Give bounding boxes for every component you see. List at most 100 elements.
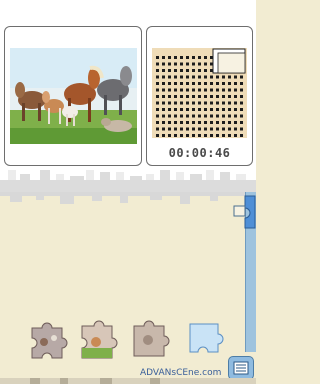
minimap-slot: [168, 56, 171, 59]
list-icon[interactable]: [228, 356, 254, 380]
minimap-slot: [186, 121, 189, 124]
minimap-slot: [234, 134, 237, 137]
minimap-slot: [222, 101, 225, 105]
minimap-slot: [180, 121, 183, 124]
minimap-slot: [228, 108, 231, 111]
minimap-slot: [174, 75, 177, 79]
minimap-slot: [168, 88, 171, 92]
minimap-slot: [168, 127, 171, 131]
minimap-slot: [156, 62, 159, 66]
minimap-slot: [216, 134, 219, 137]
minimap-slot: [222, 114, 225, 118]
minimap-slot: [198, 82, 201, 85]
minimap-slot: [228, 101, 231, 105]
minimap-slot: [168, 75, 171, 79]
minimap-slot: [228, 134, 231, 137]
tray-edge: [0, 378, 256, 384]
minimap-slot: [228, 95, 231, 98]
minimap-slot: [192, 127, 195, 131]
minimap-slot: [186, 101, 189, 105]
minimap-slot: [216, 88, 219, 92]
minimap-slot: [162, 69, 165, 72]
minimap-slot: [192, 114, 195, 118]
minimap-slot: [162, 75, 165, 79]
minimap-slot: [180, 101, 183, 105]
minimap-slot: [204, 62, 207, 66]
minimap-slot: [204, 82, 207, 85]
minimap-slot: [180, 62, 183, 66]
minimap-slot: [192, 75, 195, 79]
minimap-slot: [228, 121, 231, 124]
puzzle-board[interactable]: ADVANsCEne.com: [0, 192, 256, 384]
minimap-slot: [174, 88, 177, 92]
puzzle-piece[interactable]: [76, 320, 120, 364]
minimap-slot: [240, 134, 243, 137]
minimap-slot: [204, 69, 207, 72]
minimap-slot: [198, 88, 201, 92]
minimap-slot: [186, 69, 189, 72]
minimap-slot: [198, 134, 201, 137]
minimap-slot: [186, 75, 189, 79]
minimap-slot: [192, 101, 195, 105]
minimap-slot: [162, 95, 165, 98]
minimap-slot: [156, 95, 159, 98]
minimap-slot: [174, 114, 177, 118]
puzzle-piece[interactable]: [126, 316, 170, 360]
minimap-slot: [168, 62, 171, 66]
minimap-slot: [234, 101, 237, 105]
top-screen: 00:00:46: [0, 0, 256, 192]
minimap-slot: [198, 114, 201, 118]
minimap-slot: [234, 121, 237, 124]
minimap-slot: [216, 114, 219, 118]
minimap-slot: [216, 101, 219, 105]
minimap-slot: [204, 101, 207, 105]
minimap-slot: [210, 95, 213, 98]
minimap-slot: [222, 134, 225, 137]
puzzle-piece-icon[interactable]: [232, 194, 256, 230]
minimap-slot: [204, 134, 207, 137]
minimap-slot: [234, 108, 237, 111]
minimap-slot: [240, 121, 243, 124]
minimap-slot: [210, 127, 213, 131]
minimap-slot: [198, 95, 201, 98]
minimap-slot: [168, 101, 171, 105]
minimap-slot: [162, 101, 165, 105]
minimap-slot: [216, 108, 219, 111]
minimap-slot: [156, 121, 159, 124]
minimap-slot: [192, 88, 195, 92]
puzzle-piece[interactable]: [186, 320, 230, 364]
minimap-slot: [174, 56, 177, 59]
minimap-slot: [156, 82, 159, 85]
minimap-slot: [180, 88, 183, 92]
minimap-slot: [210, 101, 213, 105]
minimap-slot: [156, 127, 159, 131]
preview-image: [10, 48, 137, 144]
minimap-slot: [174, 62, 177, 66]
minimap-slot: [192, 82, 195, 85]
puzzle-piece[interactable]: [26, 320, 70, 364]
minimap-slot: [228, 127, 231, 131]
minimap-slot: [204, 108, 207, 111]
minimap-slot: [192, 56, 195, 59]
minimap-slot: [174, 82, 177, 85]
minimap-slot: [204, 95, 207, 98]
minimap-slot: [174, 101, 177, 105]
minimap-slot: [240, 114, 243, 118]
minimap-slot: [210, 108, 213, 111]
minimap-slot: [180, 127, 183, 131]
minimap-slot: [186, 95, 189, 98]
minimap-slot: [234, 114, 237, 118]
minimap-slot: [216, 82, 219, 85]
minimap-slot: [156, 75, 159, 79]
minimap-slot: [240, 101, 243, 105]
minimap-slot: [240, 95, 243, 98]
minimap-slot: [198, 62, 201, 66]
minimap-slot: [180, 114, 183, 118]
minimap-slot: [162, 114, 165, 118]
minimap-slot: [168, 134, 171, 137]
minimap-slot: [186, 82, 189, 85]
minimap-slot: [168, 82, 171, 85]
minimap-slot: [180, 56, 183, 59]
minimap-slot: [180, 95, 183, 98]
minimap-slot: [174, 134, 177, 137]
